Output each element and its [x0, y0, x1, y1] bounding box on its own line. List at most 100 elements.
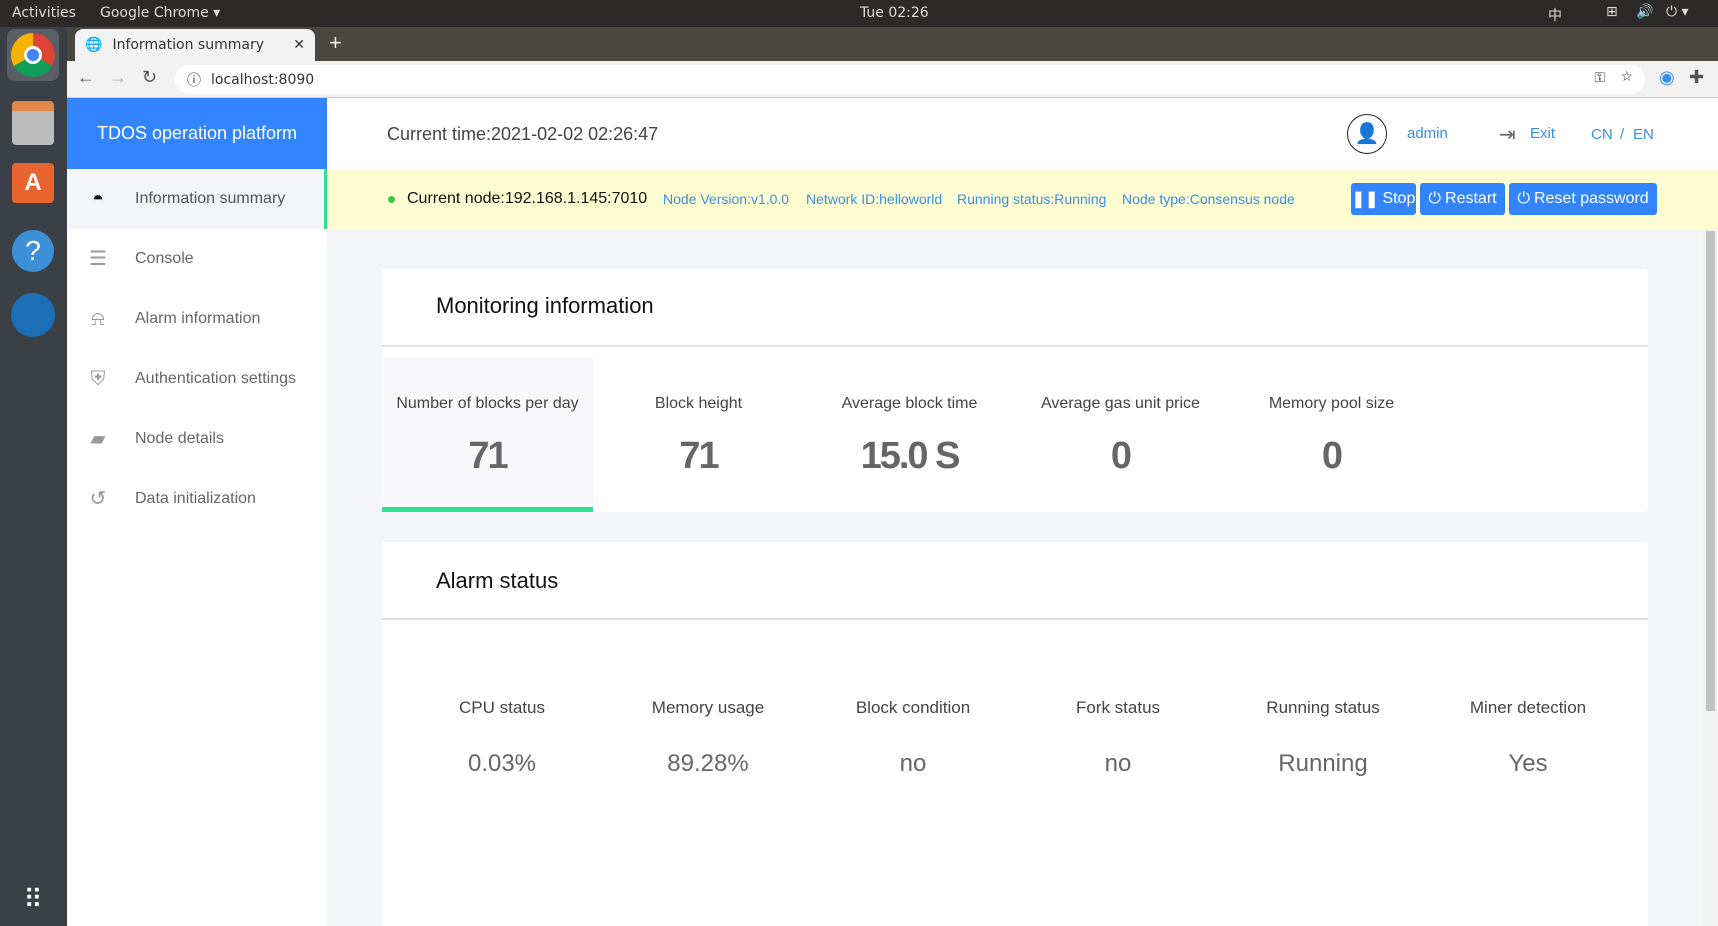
sidebar-item-console[interactable]: ☰ Console — [67, 229, 327, 289]
network-id: Network ID:helloworld — [806, 191, 943, 207]
tab-bar: 🌐 Information summary ✕ + — [67, 27, 1718, 61]
current-time: Current time:2021-02-02 02:26:47 — [387, 124, 659, 144]
alarm-card: Alarm status CPU status 0.03% Memory usag… — [382, 542, 1648, 926]
power-icon: ⏻ — [1428, 190, 1442, 207]
new-tab-button[interactable]: + — [329, 30, 342, 56]
show-apps-button[interactable]: ⠿ — [7, 873, 59, 925]
chrome-app-menu[interactable]: Google Chrome ▾ — [100, 5, 220, 21]
node-version: Node Version:v1.0.0 — [663, 191, 790, 207]
sidebar-item-label: Console — [135, 250, 194, 267]
sidebar-item-information-summary[interactable]: ◓ Information summary — [67, 169, 327, 229]
exit-icon[interactable]: ⇥ — [1499, 122, 1516, 147]
page-scrollbar[interactable] — [1703, 229, 1718, 926]
sidebar-item-label: Alarm information — [135, 310, 261, 327]
sidebar: ◓ Information summary ☰ Console ⍾ Alarm inf… — [67, 169, 327, 926]
stat-label: Block height — [654, 395, 743, 412]
browser-tab[interactable]: 🌐 Information summary ✕ — [75, 29, 315, 61]
stat-tile-average-block-time[interactable]: Average block time 15.0 S — [804, 357, 1015, 512]
sidebar-item-label: Data initialization — [135, 490, 256, 507]
alarm-label: Block condition — [855, 698, 971, 717]
app-launcher[interactable] — [7, 289, 59, 341]
address-bar: ← → ↻ ⓘlocalhost:8090 ⚿ ☆ ◉ ✚ ● ⋮ — [67, 61, 1718, 98]
extension-icon[interactable]: ◉ — [1659, 67, 1675, 88]
files-launcher[interactable] — [7, 97, 59, 149]
stat-value: 0 — [1110, 435, 1132, 477]
reset-icon: ↺ — [89, 488, 107, 510]
alarm-value: no — [899, 750, 927, 777]
pause-icon: ❚❚ — [1351, 191, 1379, 208]
node-type: Node type:Consensus node — [1122, 191, 1295, 207]
url-input[interactable]: ⓘ localhost:8090 ⚿ ☆ — [175, 65, 1645, 94]
alarm-label: CPU status — [459, 698, 545, 717]
stop-button[interactable]: ❚❚ Stop — [1351, 183, 1416, 215]
globe-icon: 🌐 — [85, 37, 103, 53]
lang-cn[interactable]: CN — [1591, 126, 1613, 143]
stat-tile-blocks-per-day[interactable]: Number of blocks per day 71 — [382, 357, 593, 512]
os-top-bar: Activities Google Chrome ▾ Tue 02:26 中 ⊞… — [0, 0, 1718, 27]
stat-tile-block-height[interactable]: Block height 71 — [593, 357, 804, 512]
key-icon[interactable]: ⚿ — [1594, 70, 1605, 86]
stat-label: Average block time — [841, 395, 978, 412]
chrome-icon — [11, 33, 55, 77]
reload-icon[interactable]: ↻ — [142, 67, 157, 88]
bookmark-star-icon[interactable]: ☆ — [1620, 69, 1633, 85]
back-icon[interactable]: ← — [77, 67, 95, 88]
alarm-value: 0.03% — [467, 750, 537, 777]
sidebar-item-alarm-information[interactable]: ⍾ Alarm information — [67, 289, 327, 349]
alarm-item-running: Running status Running — [1223, 698, 1423, 778]
stop-label: Stop — [1382, 190, 1416, 207]
power-icon: ⏻ — [1517, 190, 1530, 207]
network-icon[interactable]: ⊞ — [1606, 4, 1618, 20]
help-launcher[interactable]: ? — [7, 225, 59, 277]
close-tab-icon[interactable]: ✕ — [293, 37, 305, 53]
exit-link[interactable]: Exit — [1530, 125, 1555, 142]
software-launcher[interactable]: A — [7, 157, 59, 209]
stat-label: Average gas unit price — [1041, 395, 1200, 412]
lang-separator: / — [1620, 126, 1625, 143]
forward-icon[interactable]: → — [109, 67, 127, 88]
sidebar-item-node-details[interactable]: ▰ Node details — [67, 409, 327, 469]
lang-en[interactable]: EN — [1633, 126, 1654, 143]
dock: A ? ⠿ — [0, 27, 67, 926]
info-icon: ⓘ — [187, 72, 201, 89]
app-name: Google Chrome — [100, 5, 209, 21]
restart-label: Restart — [1445, 190, 1497, 207]
stat-tile-gas-price[interactable]: Average gas unit price 0 — [1015, 357, 1226, 512]
alarm-value: Running — [1278, 750, 1368, 777]
divider — [382, 618, 1648, 620]
status-dot — [388, 196, 395, 203]
alarm-value: Yes — [1508, 750, 1548, 777]
running-status: Running status:Running — [957, 191, 1107, 207]
reset-password-button[interactable]: ⏻ Reset password — [1509, 183, 1657, 215]
puzzle-icon[interactable]: ✚ — [1689, 67, 1704, 88]
stat-value: 71 — [679, 435, 719, 477]
stat-tile-memory-pool[interactable]: Memory pool size 0 — [1226, 357, 1437, 512]
restart-button[interactable]: ⏻ Restart — [1420, 183, 1505, 215]
monitoring-title: Monitoring information — [436, 293, 654, 318]
files-icon — [12, 101, 54, 145]
stat-value: 71 — [468, 435, 508, 477]
tab-title: Information summary — [112, 37, 264, 53]
sidebar-item-label: Authentication settings — [135, 370, 296, 387]
stat-value: 0 — [1321, 435, 1343, 477]
user-avatar-icon[interactable]: 👤 — [1347, 114, 1387, 154]
volume-icon[interactable]: 🔊 — [1636, 4, 1653, 20]
alarm-item-miner: Miner detection Yes — [1428, 698, 1628, 778]
chrome-launcher[interactable] — [7, 29, 59, 81]
input-method[interactable]: 中 — [1548, 5, 1562, 25]
scrollbar-thumb[interactable] — [1706, 231, 1715, 711]
monitoring-card: Monitoring information Number of blocks … — [382, 269, 1648, 512]
alarm-label: Fork status — [1075, 698, 1161, 717]
stat-label: Number of blocks per day — [396, 395, 579, 412]
bird-app-icon — [11, 293, 55, 337]
sidebar-item-authentication-settings[interactable]: ⛨ Authentication settings — [67, 349, 327, 409]
power-icon[interactable]: ⏻ ▾ — [1666, 4, 1689, 20]
activities-button[interactable]: Activities — [12, 5, 76, 21]
alarm-item-memory: Memory usage 89.28% — [608, 698, 808, 778]
brand-logo: TDOS operation platform — [67, 98, 327, 169]
username[interactable]: admin — [1407, 125, 1448, 142]
alarm-label: Memory usage — [651, 698, 765, 717]
clock[interactable]: Tue 02:26 — [860, 5, 929, 21]
sidebar-item-data-initialization[interactable]: ↺ Data initialization — [67, 469, 327, 529]
sidebar-item-label: Information summary — [135, 190, 286, 207]
